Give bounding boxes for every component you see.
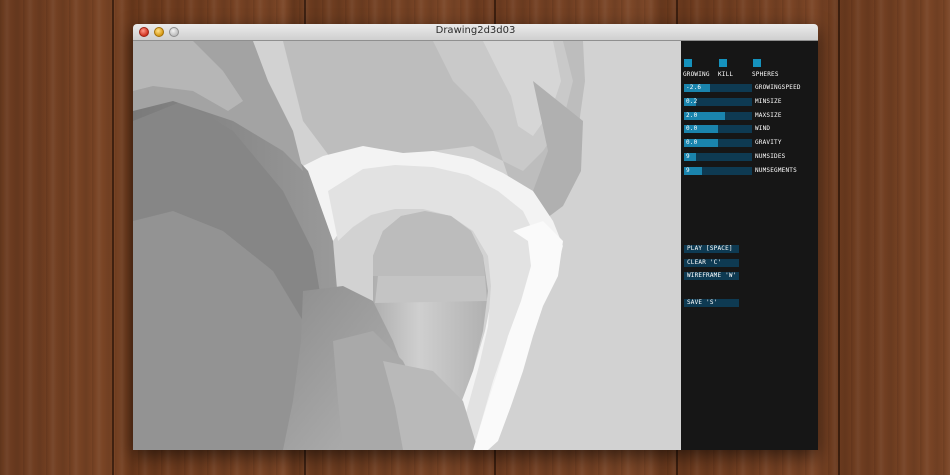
app-window: Drawing2d3d03 GROWING KILL SPHERES -2.6 … bbox=[133, 24, 818, 450]
title-bar[interactable]: Drawing2d3d03 bbox=[133, 24, 818, 41]
slider-value: 0.2 bbox=[686, 98, 698, 105]
toggle-kill-label: KILL bbox=[718, 71, 734, 78]
slider-label: MAXSIZE bbox=[755, 112, 782, 119]
slider-value: 9 bbox=[686, 167, 690, 174]
save-button[interactable]: SAVE 'S' bbox=[684, 299, 739, 307]
control-panel: GROWING KILL SPHERES -2.6 GROWINGSPEED 0… bbox=[681, 41, 818, 450]
toggle-spheres-box[interactable] bbox=[753, 59, 761, 67]
slider-numsegments[interactable]: 9 bbox=[684, 167, 752, 175]
slider-label: MINSIZE bbox=[755, 98, 782, 105]
slider-gravity[interactable]: 0.0 bbox=[684, 139, 752, 147]
slider-value: -2.6 bbox=[686, 84, 702, 91]
slider-maxsize[interactable]: 2.0 bbox=[684, 112, 752, 120]
wood-plank-seam bbox=[838, 0, 840, 475]
3d-rendering bbox=[133, 41, 681, 450]
slider-minsize[interactable]: 0.2 bbox=[684, 98, 752, 106]
slider-value: 0.0 bbox=[686, 139, 698, 146]
slider-value: 0.0 bbox=[686, 125, 698, 132]
toggle-spheres-label: SPHERES bbox=[752, 71, 779, 78]
slider-label: GRAVITY bbox=[755, 139, 782, 146]
slider-growingspeed[interactable]: -2.6 bbox=[684, 84, 752, 92]
window-title: Drawing2d3d03 bbox=[435, 25, 516, 36]
slider-wind[interactable]: 0.0 bbox=[684, 125, 752, 133]
slider-label: NUMSIDES bbox=[755, 153, 786, 160]
clear-button[interactable]: CLEAR 'C' bbox=[684, 259, 739, 267]
slider-value: 9 bbox=[686, 153, 690, 160]
wood-plank-seam bbox=[112, 0, 114, 475]
slider-numsides[interactable]: 9 bbox=[684, 153, 752, 161]
slider-label: WIND bbox=[755, 125, 771, 132]
toggle-growing-label: GROWING bbox=[683, 71, 710, 78]
toggle-kill-box[interactable] bbox=[719, 59, 727, 67]
toggle-growing-box[interactable] bbox=[684, 59, 692, 67]
slider-value: 2.0 bbox=[686, 112, 698, 119]
wireframe-button[interactable]: WIREFRAME 'W' bbox=[684, 272, 739, 280]
slider-label: NUMSEGMENTS bbox=[755, 167, 797, 174]
play-button[interactable]: PLAY [SPACE] bbox=[684, 245, 739, 253]
slider-label: GROWINGSPEED bbox=[755, 84, 801, 91]
3d-viewport[interactable] bbox=[133, 41, 681, 450]
